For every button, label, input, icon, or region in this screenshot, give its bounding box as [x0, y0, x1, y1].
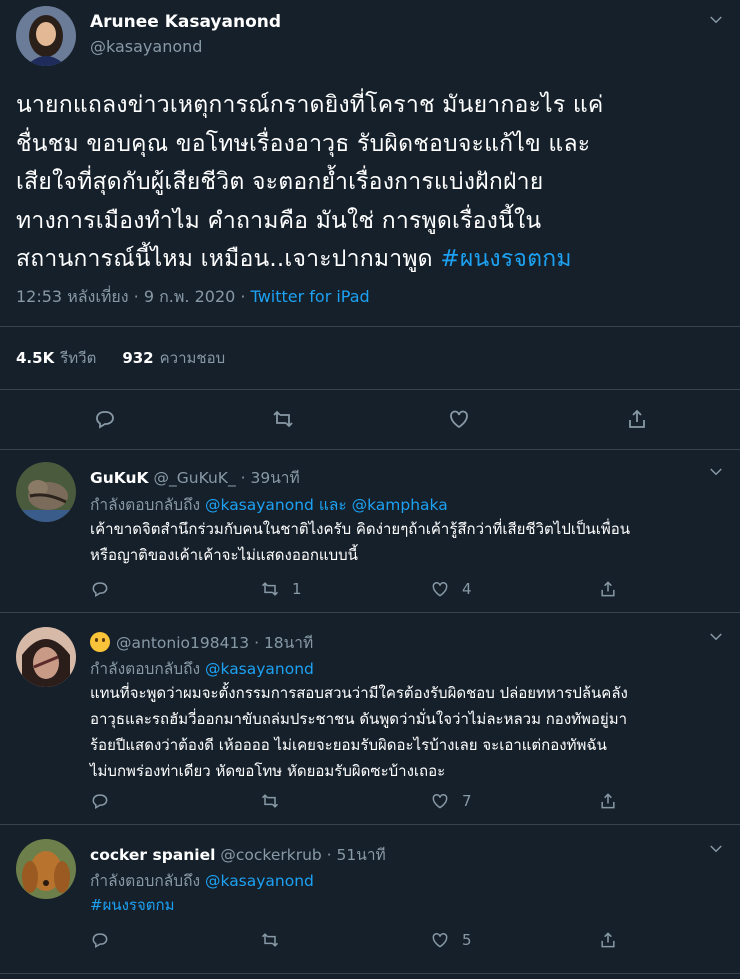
likes-count: 932 [122, 349, 154, 367]
divider [0, 973, 740, 974]
replying-to: กำลังตอบกลับถึง @kasayanond [90, 656, 314, 681]
avatar[interactable] [16, 627, 76, 687]
tweet-line: สถานการณ์นี้ไหม เหมือน..เจาะปากมาพูด #ผน… [16, 240, 716, 279]
hashtag-link[interactable]: #ผนงรจตกม [440, 246, 571, 272]
reply-line: ไม่บกพร่องท่าเดียว หัดขอโทษ หัดยอมรับผิด… [90, 762, 446, 780]
share-icon [629, 409, 645, 428]
share-button[interactable] [598, 579, 618, 599]
reply-header: @antonio198413 · 18นาที [90, 630, 313, 655]
like-count: 7 [462, 792, 472, 810]
chevron-down-icon[interactable] [704, 837, 728, 861]
reply-tweet[interactable]: cocker spaniel @cockerkrub · 51นาที กำลั… [0, 825, 740, 979]
author-name[interactable]: Arunee Kasayanond [90, 12, 281, 32]
source-link[interactable]: Twitter for iPad [251, 287, 370, 306]
reply-header: GuKuK @_GuKuK_ · 39นาที [90, 465, 300, 490]
timestamp[interactable]: 12:53 หลังเที่ยง · 9 ก.พ. 2020 · [16, 287, 251, 306]
tweet-line: นายกแถลงข่าวเหตุการณ์กราดยิงที่โคราช มัน… [16, 92, 604, 118]
share-icon [601, 581, 615, 597]
reply-button[interactable] [90, 579, 110, 599]
reply-author-handle[interactable]: @cockerkrub · 51นาที [220, 846, 385, 864]
tweet-stats: 4.5K รีทวีต 932 ความชอบ [16, 346, 225, 370]
chevron-down-icon[interactable] [704, 8, 728, 32]
like-button[interactable]: 4 [430, 579, 472, 599]
like-count: 4 [462, 580, 472, 598]
reply-icon [92, 582, 108, 597]
likes-label: ความชอบ [159, 349, 226, 367]
retweets-label: รีทวีต [60, 349, 97, 367]
reply-text: เค้าขาดจิตสำนึกร่วมกับคนในชาติไงครับ คิด… [90, 516, 725, 568]
like-icon [432, 793, 448, 809]
reply-icon [92, 794, 108, 809]
retweets-stat[interactable]: 4.5K รีทวีต [16, 346, 96, 370]
share-button[interactable] [598, 791, 618, 811]
avatar[interactable] [16, 6, 76, 66]
share-icon [601, 932, 615, 948]
retweet-button[interactable]: 1 [260, 579, 302, 599]
tweet-line: ชื่นชม ขอบคุณ ขอโทษเรื่องอาวุธ รับผิดชอบ… [16, 130, 591, 157]
reply-tweet[interactable]: GuKuK @_GuKuK_ · 39นาที กำลังตอบกลับถึง … [0, 450, 740, 613]
tweet-line: เสียใจที่สุดกับผู้เสียชีวิต จะตอกย้ำเรื่… [16, 169, 544, 195]
retweet-icon [261, 794, 279, 808]
share-icon [601, 793, 615, 809]
retweet-count: 1 [292, 580, 302, 598]
reply-header: cocker spaniel @cockerkrub · 51นาที [90, 842, 386, 867]
retweet-button[interactable] [260, 791, 280, 811]
tweet-line-text: สถานการณ์นี้ไหม เหมือน..เจาะปากมาพูด [16, 246, 441, 272]
share-button[interactable] [598, 930, 618, 950]
chevron-down-icon[interactable] [704, 460, 728, 484]
like-icon [450, 410, 468, 429]
author-handle[interactable]: @kasayanond [90, 37, 202, 56]
tweet-meta: 12:53 หลังเที่ยง · 9 ก.พ. 2020 · Twitter… [16, 285, 370, 310]
retweet-icon [261, 933, 279, 947]
reply-button[interactable] [90, 791, 110, 811]
likes-stat[interactable]: 932 ความชอบ [122, 346, 225, 370]
reply-text: แทนที่จะพูดว่าผมจะตั้งกรรมการสอบสวนว่ามี… [90, 680, 725, 784]
avatar[interactable] [16, 839, 76, 899]
replying-to-handles[interactable]: @kasayanond [205, 872, 314, 890]
like-icon [432, 932, 448, 948]
reply-line: หรือญาติของเค้าเค้าจะไม่แสดงออกแบบนี้ [90, 546, 358, 564]
replying-to: กำลังตอบกลับถึง @kasayanond [90, 868, 314, 893]
tweet-line: ทางการเมืองทำไม คำถามคือ มันใช่ การพูดเร… [16, 207, 542, 234]
avatar[interactable] [16, 462, 76, 522]
replying-to: กำลังตอบกลับถึง @kasayanond และ @kamphak… [90, 492, 448, 517]
hashtag-link[interactable]: #ผนงรจตกม [90, 892, 725, 918]
reply-line: แทนที่จะพูดว่าผมจะตั้งกรรมการสอบสวนว่ามี… [90, 684, 628, 702]
reply-line: เค้าขาดจิตสำนึกร่วมกับคนในชาติไงครับ คิด… [90, 520, 631, 538]
retweet-button[interactable] [268, 404, 298, 434]
replying-to-handles[interactable]: @kasayanond [205, 660, 314, 678]
reply-author-handle[interactable]: @antonio198413 · 18นาที [116, 634, 313, 652]
retweet-icon [261, 582, 279, 596]
reply-icon [92, 933, 108, 948]
reply-author-name[interactable]: cocker spaniel [90, 846, 215, 864]
reply-button[interactable] [90, 404, 120, 434]
reply-tweet[interactable]: @antonio198413 · 18นาที กำลังตอบกลับถึง … [0, 613, 740, 825]
replying-to-label: กำลังตอบกลับถึง [90, 496, 205, 514]
reply-button[interactable] [90, 930, 110, 950]
replying-to-label: กำลังตอบกลับถึง [90, 872, 205, 890]
retweets-count: 4.5K [16, 349, 55, 367]
retweet-button[interactable] [260, 930, 280, 950]
like-button[interactable]: 7 [430, 791, 472, 811]
replying-to-label: กำลังตอบกลับถึง [90, 660, 205, 678]
smiling-face-emoji [90, 632, 110, 652]
like-count: 5 [462, 931, 472, 949]
reply-line: ร้อยปีแสดงว่าต้องดี เห้ออออ ไม่เคยจะยอมร… [90, 736, 607, 754]
chevron-down-icon[interactable] [704, 625, 728, 649]
main-tweet: Arunee Kasayanond @kasayanond นายกแถลงข่… [0, 0, 740, 450]
reply-icon [96, 411, 114, 429]
divider [0, 326, 740, 327]
share-button[interactable] [622, 404, 652, 434]
like-button[interactable]: 5 [430, 930, 472, 950]
reply-line: อาวุธและรถฮัมวี่ออกมาขับถล่มประชาชน ดันพ… [90, 710, 628, 728]
reply-text: #ผนงรจตกม [90, 892, 725, 918]
like-icon [432, 581, 448, 597]
retweet-icon [273, 410, 293, 428]
divider [0, 389, 740, 390]
replying-to-handles[interactable]: @kasayanond และ @kamphaka [205, 496, 448, 514]
reply-author-handle[interactable]: @_GuKuK_ · 39นาที [153, 469, 299, 487]
tweet-text: นายกแถลงข่าวเหตุการณ์กราดยิงที่โคราช มัน… [16, 86, 716, 279]
reply-author-name[interactable]: GuKuK [90, 469, 149, 487]
like-button[interactable] [444, 404, 474, 434]
